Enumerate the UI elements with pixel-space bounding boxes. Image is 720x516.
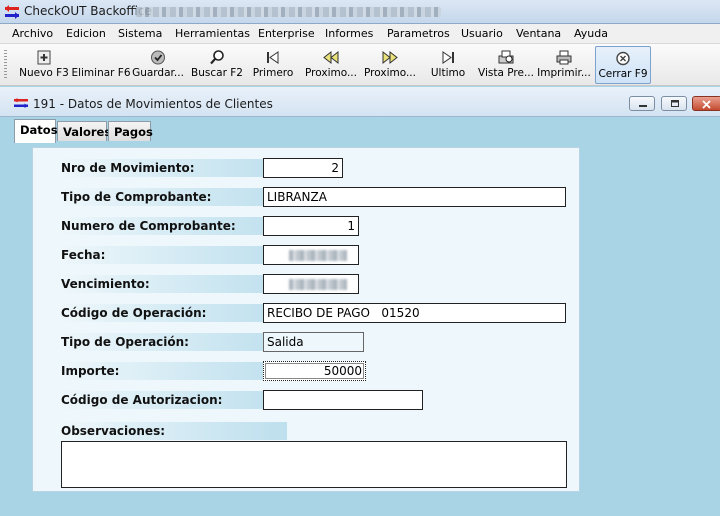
new-button[interactable]: Nuevo F3 [17, 46, 71, 84]
close-window-icon [702, 100, 711, 109]
menu-enterprise[interactable]: Enterprise [258, 27, 315, 40]
form-panel: Nro de Movimiento: 2 Tipo de Comprobante… [32, 147, 580, 492]
redacted-date [289, 279, 347, 290]
importe-field[interactable]: 50000 [263, 361, 366, 381]
print-button[interactable]: Imprimir... [536, 46, 592, 84]
print-icon [556, 50, 572, 65]
close-form-button[interactable]: Cerrar F9 [595, 46, 651, 84]
app-title: CheckOUT Backoffice [24, 4, 152, 18]
tab-datos[interactable]: Datos [14, 119, 58, 143]
menu-bar: Archivo Edicion Sistema Herramientas Ent… [0, 24, 720, 44]
first-button-label: Primero [252, 67, 294, 79]
save-button-label: Guardar... [132, 67, 184, 79]
child-window-title: 191 - Datos de Movimientos de Clientes [33, 97, 273, 111]
numero-comprobante-field[interactable]: 1 [263, 216, 359, 236]
child-window-title-bar: 191 - Datos de Movimientos de Clientes [0, 87, 720, 117]
importe-label: Importe: [61, 364, 120, 378]
codigo-operacion-label: Código de Operación: [61, 306, 207, 320]
next-icon [382, 50, 398, 65]
tab-pagos[interactable]: Pagos [108, 121, 153, 141]
minimize-icon [639, 105, 647, 107]
minimize-button[interactable] [629, 96, 655, 111]
menu-archivo[interactable]: Archivo [12, 27, 53, 40]
child-window: 191 - Datos de Movimientos de Clientes D… [0, 87, 720, 516]
codigo-autorizacion-label: Código de Autorizacion: [61, 393, 223, 407]
first-icon [267, 51, 279, 64]
codigo-operacion-field[interactable]: RECIBO DE PAGO 01520 [263, 303, 566, 323]
menu-ventana[interactable]: Ventana [516, 27, 561, 40]
menu-parametros[interactable]: Parametros [387, 27, 450, 40]
redacted-title-text [136, 7, 441, 17]
maximize-icon [671, 100, 679, 107]
redacted-date [289, 250, 347, 261]
numero-comprobante-label: Numero de Comprobante: [61, 219, 236, 233]
close-icon [616, 51, 630, 66]
maximize-button[interactable] [661, 96, 687, 111]
save-button[interactable]: Guardar... [131, 46, 185, 84]
last-button[interactable]: Ultimo [424, 46, 472, 84]
preview-button[interactable]: Vista Pre... [477, 46, 535, 84]
previous-button[interactable]: Proximo... [303, 46, 359, 84]
last-icon [442, 51, 454, 64]
delete-icon [91, 49, 111, 66]
search-icon [210, 50, 224, 65]
last-button-label: Ultimo [430, 67, 466, 79]
codigo-autorizacion-field[interactable] [263, 390, 423, 410]
delete-button[interactable]: Eliminar F6 [71, 46, 131, 84]
app-title-bar: CheckOUT Backoffice [0, 0, 720, 24]
menu-edicion[interactable]: Edicion [66, 27, 106, 40]
tipo-comprobante-label: Tipo de Comprobante: [61, 190, 212, 204]
menu-herramientas[interactable]: Herramientas [175, 27, 250, 40]
next-button-label: Proximo... [364, 67, 416, 79]
app-icon [5, 5, 19, 19]
observaciones-label: Observaciones: [61, 424, 166, 438]
save-icon [151, 50, 165, 65]
tipo-operacion-label: Tipo de Operación: [61, 335, 189, 349]
window-icon [14, 98, 28, 108]
previous-icon [323, 50, 339, 65]
print-button-label: Imprimir... [537, 67, 591, 79]
close-window-button[interactable] [692, 96, 720, 111]
tipo-operacion-field: Salida [263, 332, 364, 352]
previous-button-label: Proximo... [305, 67, 357, 79]
nro-movimiento-field[interactable]: 2 [263, 158, 343, 178]
menu-informes[interactable]: Informes [325, 27, 373, 40]
search-button[interactable]: Buscar F2 [189, 46, 245, 84]
tab-valores[interactable]: Valores [57, 121, 111, 141]
preview-icon [498, 50, 514, 64]
toolbar-grip[interactable] [4, 50, 7, 80]
toolbar: Nuevo F3 Eliminar F6 Guardar... Buscar F… [0, 44, 720, 86]
preview-button-label: Vista Pre... [478, 67, 534, 79]
vencimiento-field[interactable] [263, 274, 359, 294]
tipo-comprobante-field[interactable]: LIBRANZA [263, 187, 566, 207]
new-button-label: Nuevo F3 [19, 67, 69, 79]
nro-movimiento-label: Nro de Movimiento: [61, 161, 195, 175]
vencimiento-label: Vencimiento: [61, 277, 150, 291]
fecha-field[interactable] [263, 245, 359, 265]
first-button[interactable]: Primero [249, 46, 297, 84]
close-form-button-label: Cerrar F9 [598, 68, 648, 80]
menu-usuario[interactable]: Usuario [461, 27, 503, 40]
menu-sistema[interactable]: Sistema [118, 27, 162, 40]
new-icon [37, 50, 51, 65]
observaciones-field[interactable] [61, 441, 567, 488]
search-button-label: Buscar F2 [191, 67, 243, 79]
menu-ayuda[interactable]: Ayuda [574, 27, 608, 40]
next-button[interactable]: Proximo... [362, 46, 418, 84]
fecha-label: Fecha: [61, 248, 106, 262]
delete-button-label: Eliminar F6 [71, 67, 131, 79]
